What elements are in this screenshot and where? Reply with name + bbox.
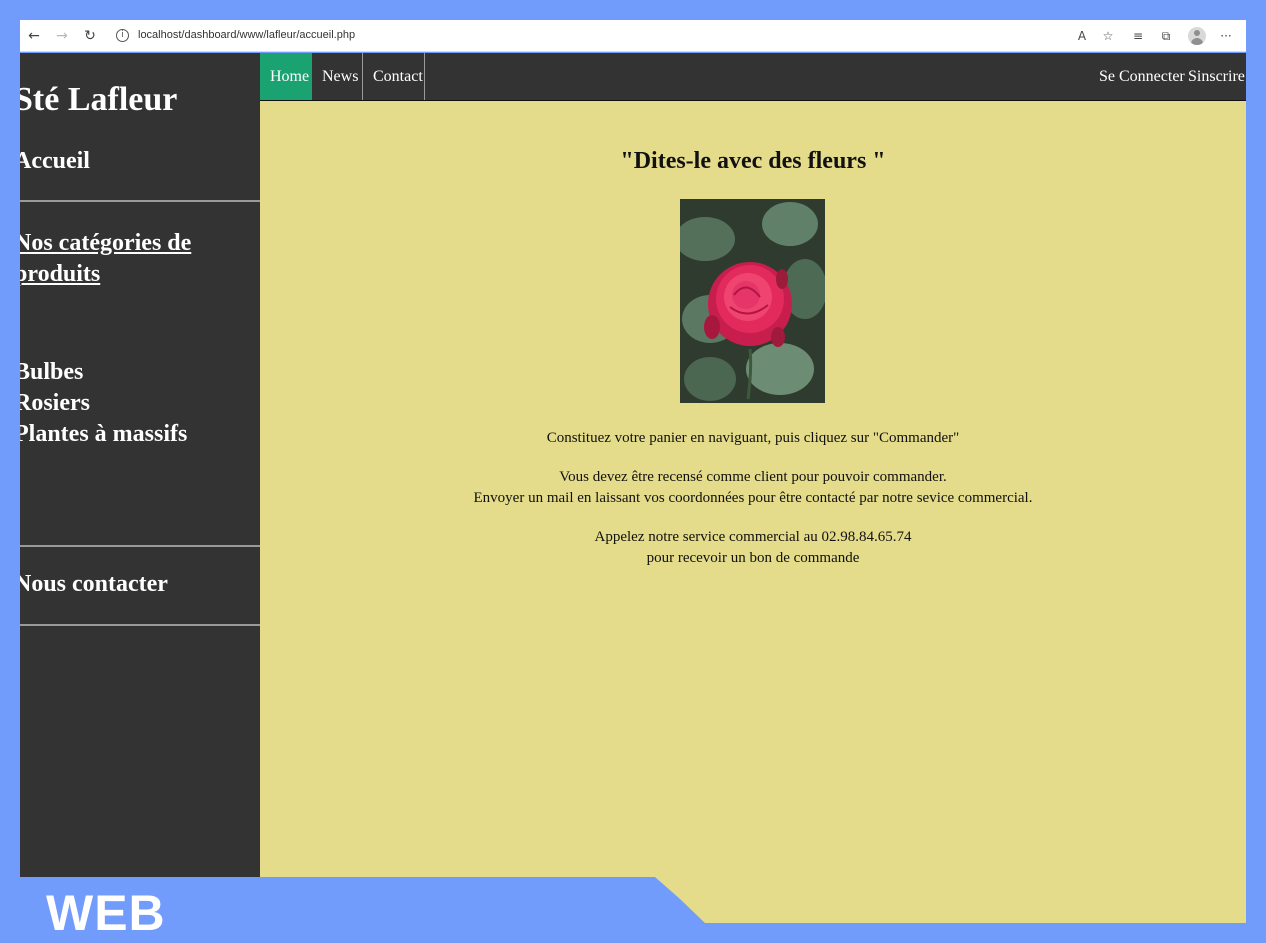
main-content: "Dites-le avec des fleurs " Constituez v… — [260, 101, 1246, 877]
footer-frame — [655, 877, 1246, 923]
forward-arrow-icon[interactable]: → — [52, 26, 72, 46]
sidebar: Sté Lafleur Accueil Nos catégories de pr… — [20, 53, 260, 877]
nav-home[interactable]: Home — [260, 53, 312, 100]
category-rosiers[interactable]: Rosiers — [20, 388, 187, 419]
favorite-star-icon[interactable]: ☆ — [1098, 26, 1118, 46]
order-form-info: pour recevoir un bon de commande — [646, 550, 860, 566]
category-plantes-massifs[interactable]: Plantes à massifs — [20, 419, 187, 450]
sidebar-categories-title[interactable]: Nos catégories de produits — [20, 228, 244, 290]
client-requirement: Vous devez être recensé comme client pou… — [559, 469, 947, 485]
sidebar-link-contact[interactable]: Nous contacter — [20, 571, 168, 598]
back-arrow-icon[interactable]: ← — [24, 26, 44, 46]
category-bulbes[interactable]: Bulbes — [20, 357, 187, 388]
browser-toolbar: ← → ↻ i localhost/dashboard/www/lafleur/… — [20, 20, 1246, 52]
sidebar-divider — [20, 624, 260, 626]
read-aloud-icon[interactable]: A — [1072, 26, 1092, 46]
collections-icon[interactable]: ⧉ — [1156, 26, 1176, 46]
favorites-list-icon[interactable]: ≡ — [1128, 26, 1148, 46]
nav-contact[interactable]: Contact — [363, 53, 433, 100]
sidebar-link-home[interactable]: Accueil — [20, 148, 90, 175]
nav-register[interactable]: Sinscrire — [1178, 53, 1255, 100]
phone-contact: Appelez notre service commercial au 02.9… — [594, 529, 912, 545]
nav-divider — [424, 53, 425, 100]
refresh-icon[interactable]: ↻ — [80, 26, 100, 46]
site-brand: Sté Lafleur — [20, 81, 178, 118]
nav-news[interactable]: News — [312, 53, 368, 100]
page-slogan: "Dites-le avec des fleurs " — [620, 148, 886, 174]
category-list: Bulbes Rosiers Plantes à massifs — [20, 357, 187, 450]
email-instructions: Envoyer un mail en laissant vos coordonn… — [473, 490, 1033, 506]
top-navigation: Home News Contact Se Connecter Sinscrire — [260, 53, 1246, 101]
info-icon[interactable]: i — [116, 29, 129, 42]
web-label: WEB — [46, 885, 166, 941]
sidebar-divider — [20, 545, 260, 547]
more-options-icon[interactable]: ··· — [1216, 26, 1236, 46]
sidebar-divider — [20, 200, 260, 202]
rose-photo — [680, 199, 825, 403]
address-bar[interactable]: localhost/dashboard/www/lafleur/accueil.… — [138, 29, 355, 41]
cart-instructions: Constituez votre panier en naviguant, pu… — [546, 430, 960, 446]
profile-avatar-icon[interactable] — [1188, 27, 1206, 45]
